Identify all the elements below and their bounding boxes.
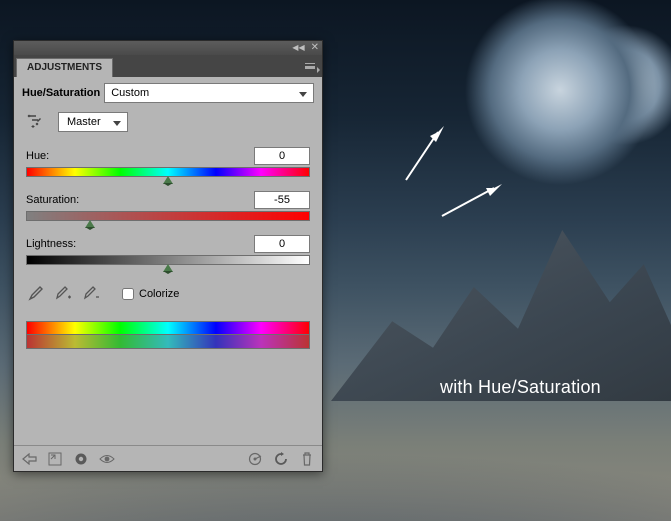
collapse-icon[interactable]: ◀◀ <box>292 44 304 52</box>
spectrum-adjusted <box>26 335 310 349</box>
caption-text: with Hue/Saturation <box>440 377 601 398</box>
colorize-checkbox-row[interactable]: Colorize <box>122 288 179 300</box>
panel-menu-icon[interactable] <box>302 58 318 74</box>
hue-label: Hue: <box>26 150 49 162</box>
panel-titlebar[interactable]: ◀◀ ✕ <box>14 41 322 55</box>
panel-body: Hue/Saturation Custom Master Hue: 0 <box>14 77 322 445</box>
clip-to-layer-icon[interactable] <box>72 450 90 468</box>
lightness-slider-group: Lightness: 0 <box>26 235 310 265</box>
saturation-slider-group: Saturation: -55 <box>26 191 310 221</box>
saturation-thumb[interactable] <box>85 220 95 228</box>
edit-range-select[interactable]: Master <box>58 112 128 132</box>
adjustment-title: Hue/Saturation <box>22 87 100 99</box>
targeted-adjust-icon[interactable] <box>26 111 48 133</box>
lightness-thumb[interactable] <box>163 264 173 272</box>
eyedropper-subtract-icon[interactable] <box>82 285 100 303</box>
lightness-track[interactable] <box>26 255 310 265</box>
eyedropper-add-icon[interactable] <box>54 285 72 303</box>
saturation-value-input[interactable]: -55 <box>254 191 310 209</box>
tab-adjustments[interactable]: ADJUSTMENTS <box>16 58 113 77</box>
colorize-checkbox[interactable] <box>122 288 134 300</box>
preset-select[interactable]: Custom <box>104 83 314 103</box>
preset-value: Custom <box>111 87 149 99</box>
hue-slider-group: Hue: 0 <box>26 147 310 177</box>
annotation-arrow-2 <box>438 178 508 222</box>
panel-tabstrip: ADJUSTMENTS <box>14 55 322 77</box>
colorize-label: Colorize <box>139 288 179 300</box>
lightness-value-input[interactable]: 0 <box>254 235 310 253</box>
saturation-label: Saturation: <box>26 194 79 206</box>
lightness-label: Lightness: <box>26 238 76 250</box>
visibility-icon[interactable] <box>98 450 116 468</box>
back-arrow-icon[interactable] <box>20 450 38 468</box>
spectrum-original <box>26 321 310 335</box>
saturation-track[interactable] <box>26 211 310 221</box>
hue-track[interactable] <box>26 167 310 177</box>
adjustments-panel: ◀◀ ✕ ADJUSTMENTS Hue/Saturation Custom <box>13 40 323 472</box>
panel-footer <box>14 445 322 471</box>
previous-state-icon[interactable] <box>246 450 264 468</box>
hue-thumb[interactable] <box>163 176 173 184</box>
annotation-arrow-1 <box>400 122 450 186</box>
trash-icon[interactable] <box>298 450 316 468</box>
reset-icon[interactable] <box>272 450 290 468</box>
expand-view-icon[interactable] <box>46 450 64 468</box>
edit-range-value: Master <box>67 116 101 128</box>
eyedropper-icon[interactable] <box>26 285 44 303</box>
hue-value-input[interactable]: 0 <box>254 147 310 165</box>
close-icon[interactable]: ✕ <box>311 43 319 53</box>
